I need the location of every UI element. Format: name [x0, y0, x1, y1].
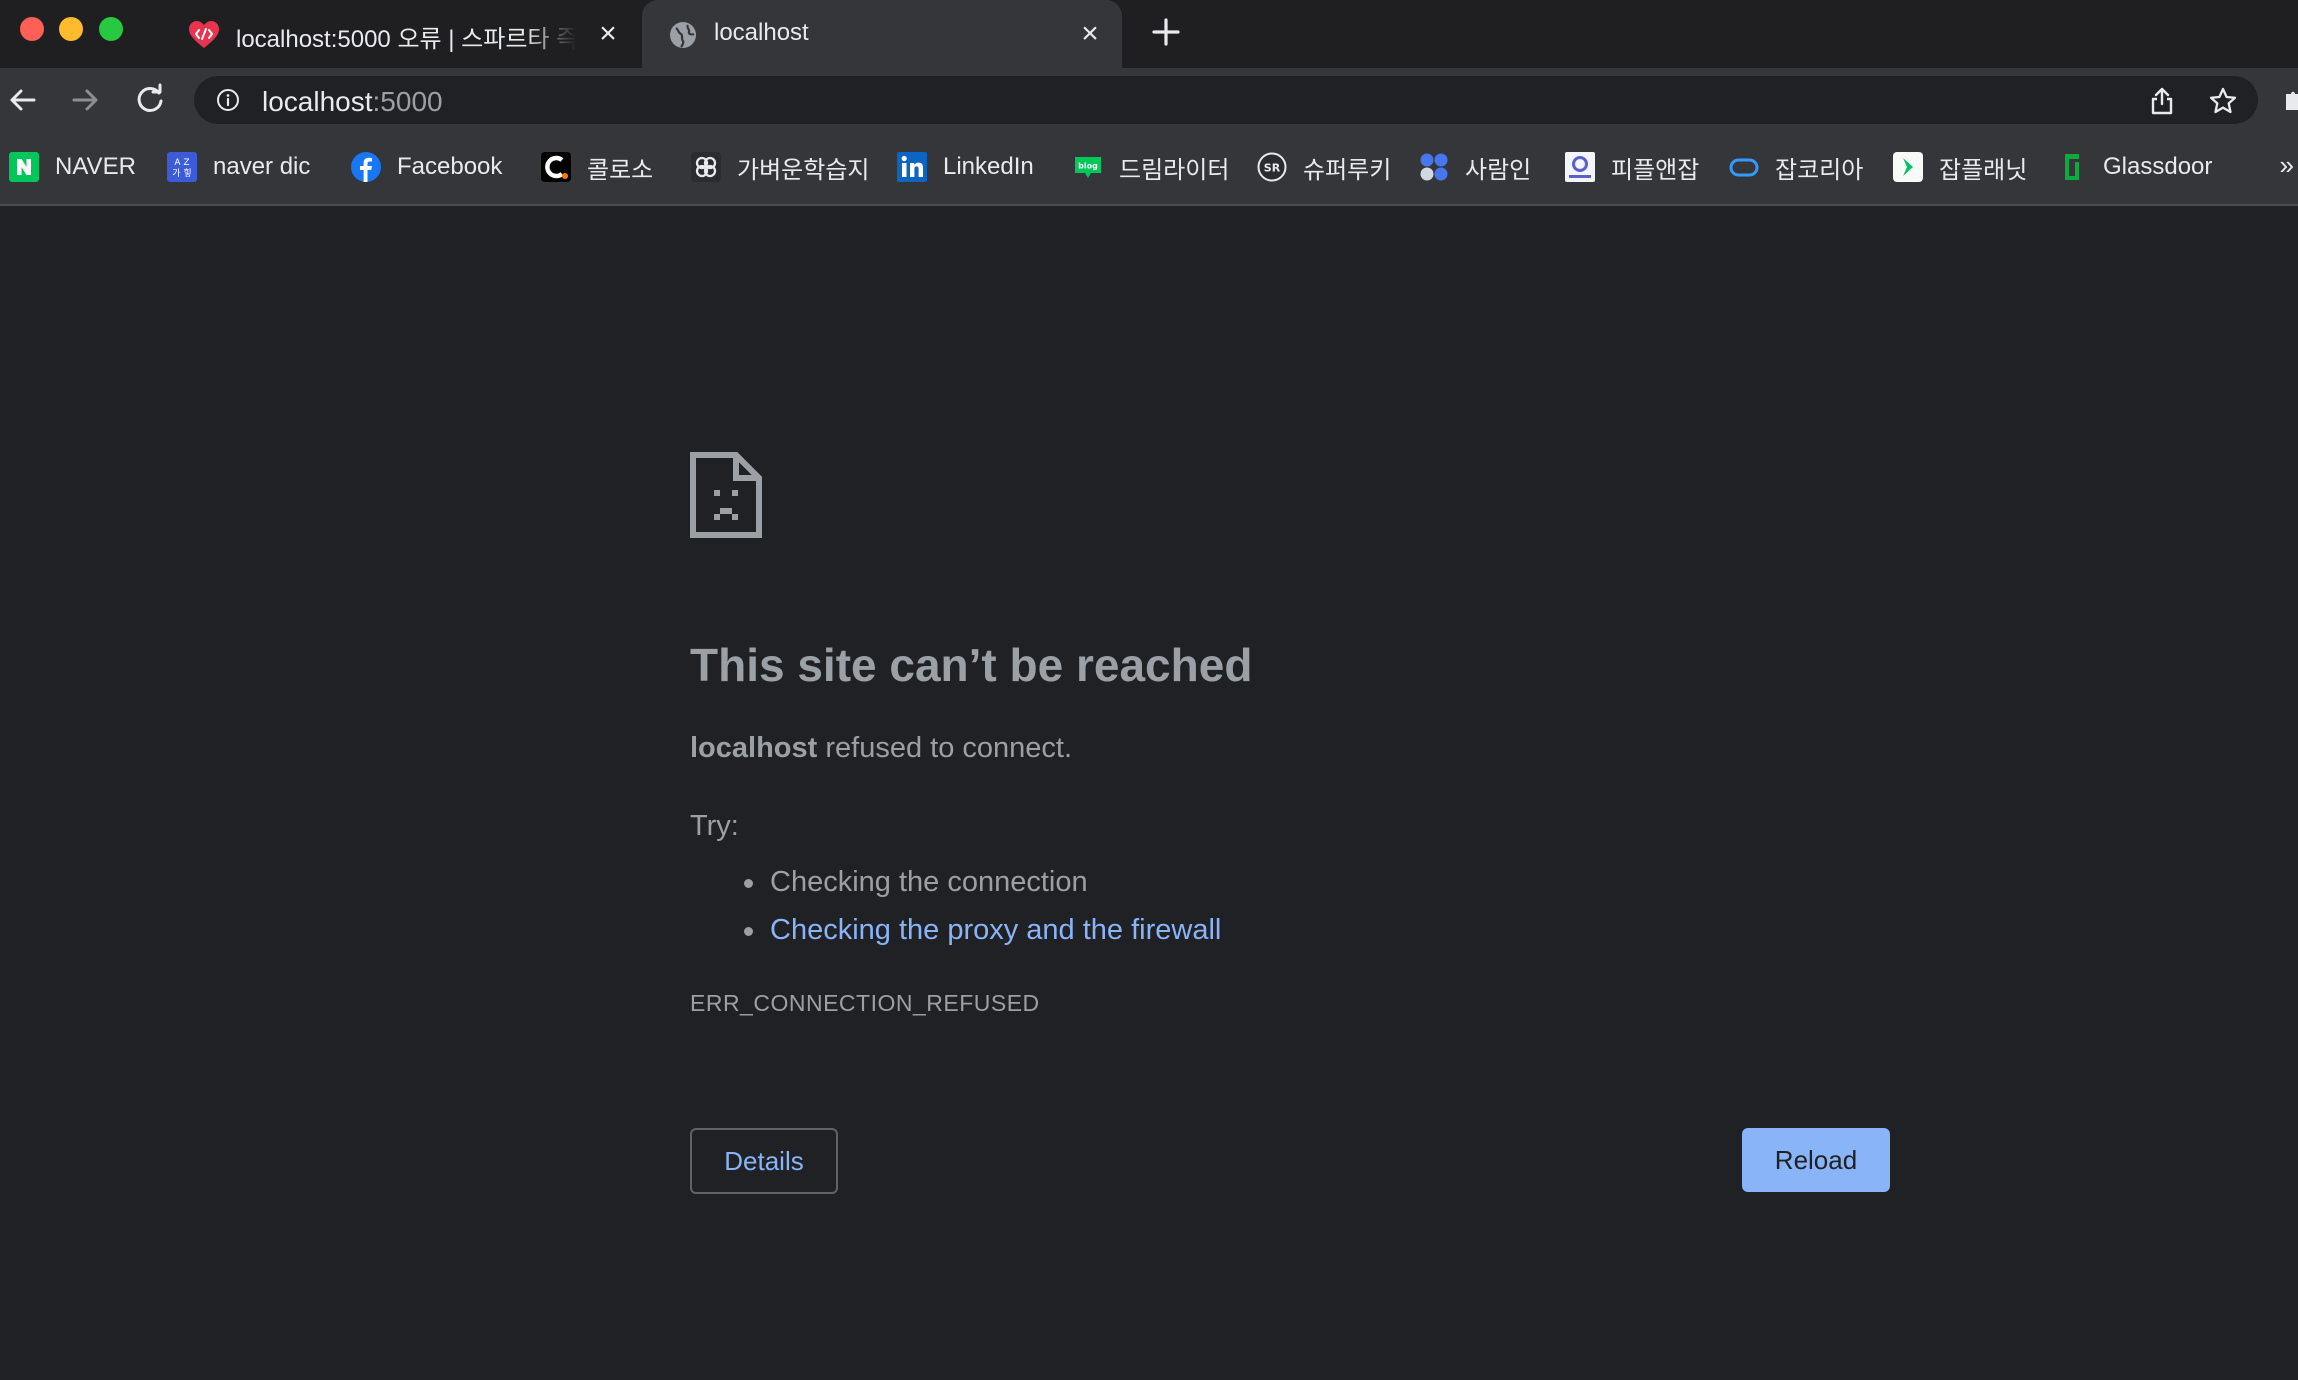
new-tab-plus-icon[interactable] [1148, 14, 1184, 50]
tab-sparta-error[interactable]: localhost:5000 오류 | 스파르타 즉 × [170, 0, 640, 68]
error-code: ERR_CONNECTION_REFUSED [690, 990, 1040, 1016]
bookmark-label: 슈퍼루키 [1303, 156, 1392, 184]
bookmark-linkedin[interactable]: LinkedIn [896, 149, 1034, 185]
url-text[interactable]: localhost:5000 [262, 86, 443, 118]
bookmark-naver-dic[interactable]: A Z 가 힣 naver dic [166, 149, 310, 185]
bookmark-label: LinkedIn [943, 153, 1034, 180]
jobplanet-icon [1893, 152, 1923, 182]
extensions-puzzle-icon[interactable] [2284, 90, 2298, 112]
error-description: localhost refused to connect. [690, 732, 1072, 765]
bookmark-coloso[interactable]: 콜로소 [540, 149, 653, 185]
sr-icon: SR [1257, 152, 1287, 182]
dictionary-icon: A Z 가 힣 [167, 152, 197, 182]
bookmark-label: 잡코리아 [1775, 156, 1864, 184]
tab-title: localhost [714, 19, 809, 46]
bookmark-glassdoor[interactable]: Glassdoor [2056, 149, 2212, 185]
bookmark-label: Glassdoor [2103, 153, 2213, 180]
error-page: This site can’t be reached localhost ref… [0, 206, 2298, 1380]
tab-title: localhost:5000 오류 | 스파르타 즉 [236, 26, 576, 53]
bookmark-saramin[interactable]: 사람인 [1418, 149, 1531, 185]
bookmark-label: 사람인 [1465, 156, 1532, 184]
bookmark-label: 피플앤잡 [1611, 156, 1700, 184]
svg-text:가 힣: 가 힣 [172, 167, 191, 179]
bookmark-facebook[interactable]: Facebook [350, 149, 502, 185]
bookmark-label: 드림라이터 [1119, 156, 1230, 184]
error-title: This site can’t be reached [690, 639, 1253, 691]
tab-close-icon[interactable]: × [1076, 19, 1104, 49]
globe-icon [670, 22, 696, 48]
knot-icon [691, 152, 721, 182]
svg-text:blog: blog [1078, 162, 1098, 171]
sad-document-icon [690, 452, 762, 538]
naver-icon [9, 152, 39, 182]
suggestion-check-proxy-firewall-link[interactable]: Checking the proxy and the firewall [742, 906, 1221, 954]
url-host: localhost [262, 86, 373, 117]
bookmark-label: NAVER [55, 153, 136, 180]
bookmark-naver[interactable]: NAVER [8, 149, 136, 185]
bookmark-star-icon[interactable] [2208, 86, 2238, 116]
bookmark-label: 콜로소 [587, 156, 654, 184]
suggestion-check-connection: Checking the connection [742, 858, 1221, 906]
blog-icon: blog [1075, 157, 1101, 178]
tab-strip: localhost:5000 오류 | 스파르타 즉 × localhost × [0, 0, 2298, 68]
bookmark-super-rookie[interactable]: SR 슈퍼루키 [1256, 149, 1391, 185]
svg-text:SR: SR [1264, 162, 1281, 175]
bookmark-label: Facebook [397, 153, 503, 180]
code-heart-icon [189, 21, 219, 48]
url-port: :5000 [372, 86, 443, 117]
coloso-icon [541, 152, 571, 182]
svg-text:A Z: A Z [174, 158, 189, 168]
suggestions-list: Checking the connection Checking the pro… [742, 858, 1221, 954]
bookmark-label: 잡플래닛 [1939, 156, 2028, 184]
peoplenjob-icon [1565, 152, 1595, 182]
jobkorea-icon [1729, 158, 1759, 177]
bookmark-jobplanet[interactable]: 잡플래닛 [1892, 149, 2027, 185]
bookmark-dreamwriter[interactable]: blog 드림라이터 [1072, 149, 1229, 185]
bookmark-label: naver dic [213, 153, 311, 180]
facebook-icon [351, 152, 381, 182]
site-info-icon[interactable] [216, 88, 240, 112]
tab-localhost[interactable]: localhost × [642, 0, 1122, 68]
forward-arrow-icon[interactable] [68, 82, 104, 118]
reload-button[interactable]: Reload [1742, 1128, 1890, 1192]
window-minimize-button[interactable] [59, 17, 83, 41]
error-message: refused to connect. [817, 732, 1073, 764]
glassdoor-icon [2065, 154, 2079, 180]
reload-icon[interactable] [132, 82, 168, 118]
try-label: Try: [690, 810, 739, 842]
back-arrow-icon[interactable] [4, 82, 40, 118]
window-close-button[interactable] [20, 17, 44, 41]
address-bar[interactable]: localhost:5000 [194, 76, 2258, 124]
error-host: localhost [690, 732, 818, 764]
bookmark-label: 가벼운학습지 [737, 156, 870, 184]
bookmarks-bar: NAVER A Z 가 힣 naver dic Facebook 콜로소 가벼운… [0, 132, 2298, 206]
bookmark-jobkorea[interactable]: 잡코리아 [1728, 149, 1863, 185]
bookmarks-overflow-button[interactable]: » [2280, 150, 2294, 181]
window-maximize-button[interactable] [99, 17, 123, 41]
saramin-icon [1420, 153, 1448, 181]
details-button[interactable]: Details [690, 1128, 838, 1194]
bookmark-peoplenjob[interactable]: 피플앤잡 [1564, 149, 1699, 185]
tab-close-icon[interactable]: × [594, 19, 622, 49]
bookmark-light-study[interactable]: 가벼운학습지 [690, 149, 869, 185]
linkedin-icon [897, 152, 927, 182]
toolbar: localhost:5000 [0, 68, 2298, 132]
share-icon[interactable] [2148, 86, 2176, 116]
